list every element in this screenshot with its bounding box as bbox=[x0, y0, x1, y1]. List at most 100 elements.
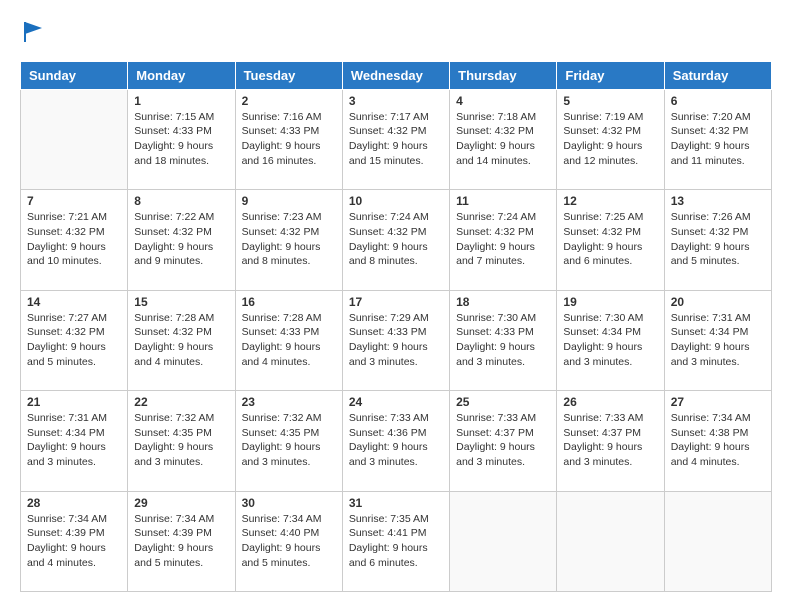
day-info: Sunrise: 7:31 AMSunset: 4:34 PMDaylight:… bbox=[671, 311, 765, 370]
calendar-cell: 22 Sunrise: 7:32 AMSunset: 4:35 PMDayligh… bbox=[128, 391, 235, 491]
day-info: Sunrise: 7:33 AMSunset: 4:37 PMDaylight:… bbox=[563, 411, 657, 470]
calendar-cell: 9 Sunrise: 7:23 AMSunset: 4:32 PMDaylight… bbox=[235, 190, 342, 290]
calendar-cell bbox=[450, 491, 557, 591]
day-number: 30 bbox=[242, 496, 336, 510]
calendar-cell: 28Sunrise: 7:34 AMSunset: 4:39 PMDayligh… bbox=[21, 491, 128, 591]
day-info: Sunrise: 7:34 AMSunset: 4:39 PMDaylight:… bbox=[134, 512, 228, 571]
calendar-cell: 10 Sunrise: 7:24 AMSunset: 4:32 PMDayligh… bbox=[342, 190, 449, 290]
calendar-cell: 17Sunrise: 7:29 AMSunset: 4:33 PMDayligh… bbox=[342, 290, 449, 390]
calendar-cell: 23 Sunrise: 7:32 AMSunset: 4:35 PMDayligh… bbox=[235, 391, 342, 491]
day-number: 1 bbox=[134, 94, 228, 108]
calendar-cell: 6 Sunrise: 7:20 AMSunset: 4:32 PMDaylight… bbox=[664, 89, 771, 189]
calendar-week-1: 1 Sunrise: 7:15 AMSunset: 4:33 PMDaylight… bbox=[21, 89, 772, 189]
day-info: Sunrise: 7:32 AMSunset: 4:35 PMDaylight:… bbox=[242, 411, 336, 470]
day-info: Sunrise: 7:31 AMSunset: 4:34 PMDaylight:… bbox=[27, 411, 121, 470]
day-info: Sunrise: 7:25 AMSunset: 4:32 PMDaylight:… bbox=[563, 210, 657, 269]
day-info: Sunrise: 7:32 AMSunset: 4:35 PMDaylight:… bbox=[134, 411, 228, 470]
logo-flag-icon bbox=[22, 20, 46, 44]
calendar-cell bbox=[664, 491, 771, 591]
calendar-cell: 4 Sunrise: 7:18 AMSunset: 4:32 PMDaylight… bbox=[450, 89, 557, 189]
day-number: 5 bbox=[563, 94, 657, 108]
day-info: Sunrise: 7:28 AMSunset: 4:33 PMDaylight:… bbox=[242, 311, 336, 370]
weekday-header-sunday: Sunday bbox=[21, 61, 128, 89]
day-info: Sunrise: 7:26 AMSunset: 4:32 PMDaylight:… bbox=[671, 210, 765, 269]
calendar-cell: 14 Sunrise: 7:27 AMSunset: 4:32 PMDayligh… bbox=[21, 290, 128, 390]
day-number: 8 bbox=[134, 194, 228, 208]
day-info: Sunrise: 7:34 AMSunset: 4:40 PMDaylight:… bbox=[242, 512, 336, 571]
weekday-header-tuesday: Tuesday bbox=[235, 61, 342, 89]
calendar-cell: 11 Sunrise: 7:24 AMSunset: 4:32 PMDayligh… bbox=[450, 190, 557, 290]
day-info: Sunrise: 7:15 AMSunset: 4:33 PMDaylight:… bbox=[134, 110, 228, 169]
calendar-cell: 1 Sunrise: 7:15 AMSunset: 4:33 PMDaylight… bbox=[128, 89, 235, 189]
day-number: 12 bbox=[563, 194, 657, 208]
day-info: Sunrise: 7:33 AMSunset: 4:37 PMDaylight:… bbox=[456, 411, 550, 470]
day-info: Sunrise: 7:27 AMSunset: 4:32 PMDaylight:… bbox=[27, 311, 121, 370]
calendar-cell: 18 Sunrise: 7:30 AMSunset: 4:33 PMDayligh… bbox=[450, 290, 557, 390]
calendar-cell: 27Sunrise: 7:34 AMSunset: 4:38 PMDayligh… bbox=[664, 391, 771, 491]
day-info: Sunrise: 7:22 AMSunset: 4:32 PMDaylight:… bbox=[134, 210, 228, 269]
calendar-week-4: 21 Sunrise: 7:31 AMSunset: 4:34 PMDayligh… bbox=[21, 391, 772, 491]
day-info: Sunrise: 7:33 AMSunset: 4:36 PMDaylight:… bbox=[349, 411, 443, 470]
day-number: 25 bbox=[456, 395, 550, 409]
day-info: Sunrise: 7:20 AMSunset: 4:32 PMDaylight:… bbox=[671, 110, 765, 169]
day-number: 22 bbox=[134, 395, 228, 409]
day-number: 24 bbox=[349, 395, 443, 409]
day-number: 28 bbox=[27, 496, 121, 510]
day-number: 4 bbox=[456, 94, 550, 108]
day-info: Sunrise: 7:21 AMSunset: 4:32 PMDaylight:… bbox=[27, 210, 121, 269]
day-info: Sunrise: 7:30 AMSunset: 4:33 PMDaylight:… bbox=[456, 311, 550, 370]
day-number: 6 bbox=[671, 94, 765, 108]
day-number: 21 bbox=[27, 395, 121, 409]
day-info: Sunrise: 7:30 AMSunset: 4:34 PMDaylight:… bbox=[563, 311, 657, 370]
day-number: 16 bbox=[242, 295, 336, 309]
calendar-cell: 26 Sunrise: 7:33 AMSunset: 4:37 PMDayligh… bbox=[557, 391, 664, 491]
calendar-cell bbox=[557, 491, 664, 591]
day-number: 27 bbox=[671, 395, 765, 409]
calendar-cell: 2Sunrise: 7:16 AMSunset: 4:33 PMDaylight… bbox=[235, 89, 342, 189]
day-number: 19 bbox=[563, 295, 657, 309]
day-info: Sunrise: 7:35 AMSunset: 4:41 PMDaylight:… bbox=[349, 512, 443, 571]
day-number: 18 bbox=[456, 295, 550, 309]
calendar-cell: 3 Sunrise: 7:17 AMSunset: 4:32 PMDaylight… bbox=[342, 89, 449, 189]
day-number: 11 bbox=[456, 194, 550, 208]
calendar-cell: 21 Sunrise: 7:31 AMSunset: 4:34 PMDayligh… bbox=[21, 391, 128, 491]
calendar-cell: 5 Sunrise: 7:19 AMSunset: 4:32 PMDaylight… bbox=[557, 89, 664, 189]
day-number: 2 bbox=[242, 94, 336, 108]
header bbox=[20, 20, 772, 49]
calendar-cell: 13 Sunrise: 7:26 AMSunset: 4:32 PMDayligh… bbox=[664, 190, 771, 290]
day-number: 29 bbox=[134, 496, 228, 510]
calendar-cell: 25 Sunrise: 7:33 AMSunset: 4:37 PMDayligh… bbox=[450, 391, 557, 491]
calendar-table: SundayMondayTuesdayWednesdayThursdayFrid… bbox=[20, 61, 772, 592]
day-number: 10 bbox=[349, 194, 443, 208]
day-number: 26 bbox=[563, 395, 657, 409]
calendar-cell bbox=[21, 89, 128, 189]
day-info: Sunrise: 7:24 AMSunset: 4:32 PMDaylight:… bbox=[456, 210, 550, 269]
day-number: 20 bbox=[671, 295, 765, 309]
calendar-cell: 12 Sunrise: 7:25 AMSunset: 4:32 PMDayligh… bbox=[557, 190, 664, 290]
day-info: Sunrise: 7:17 AMSunset: 4:32 PMDaylight:… bbox=[349, 110, 443, 169]
day-number: 14 bbox=[27, 295, 121, 309]
calendar-cell: 31Sunrise: 7:35 AMSunset: 4:41 PMDayligh… bbox=[342, 491, 449, 591]
weekday-header-wednesday: Wednesday bbox=[342, 61, 449, 89]
day-info: Sunrise: 7:29 AMSunset: 4:33 PMDaylight:… bbox=[349, 311, 443, 370]
calendar-cell: 15 Sunrise: 7:28 AMSunset: 4:32 PMDayligh… bbox=[128, 290, 235, 390]
weekday-header-saturday: Saturday bbox=[664, 61, 771, 89]
day-number: 13 bbox=[671, 194, 765, 208]
day-number: 3 bbox=[349, 94, 443, 108]
weekday-header-thursday: Thursday bbox=[450, 61, 557, 89]
day-info: Sunrise: 7:23 AMSunset: 4:32 PMDaylight:… bbox=[242, 210, 336, 269]
calendar-cell: 7Sunrise: 7:21 AMSunset: 4:32 PMDaylight… bbox=[21, 190, 128, 290]
weekday-header-monday: Monday bbox=[128, 61, 235, 89]
calendar-cell: 20 Sunrise: 7:31 AMSunset: 4:34 PMDayligh… bbox=[664, 290, 771, 390]
day-info: Sunrise: 7:28 AMSunset: 4:32 PMDaylight:… bbox=[134, 311, 228, 370]
calendar-cell: 19 Sunrise: 7:30 AMSunset: 4:34 PMDayligh… bbox=[557, 290, 664, 390]
logo bbox=[20, 20, 46, 49]
day-number: 23 bbox=[242, 395, 336, 409]
day-number: 9 bbox=[242, 194, 336, 208]
day-info: Sunrise: 7:19 AMSunset: 4:32 PMDaylight:… bbox=[563, 110, 657, 169]
day-info: Sunrise: 7:24 AMSunset: 4:32 PMDaylight:… bbox=[349, 210, 443, 269]
calendar-cell: 8 Sunrise: 7:22 AMSunset: 4:32 PMDaylight… bbox=[128, 190, 235, 290]
day-number: 15 bbox=[134, 295, 228, 309]
calendar-cell: 30 Sunrise: 7:34 AMSunset: 4:40 PMDayligh… bbox=[235, 491, 342, 591]
day-info: Sunrise: 7:18 AMSunset: 4:32 PMDaylight:… bbox=[456, 110, 550, 169]
